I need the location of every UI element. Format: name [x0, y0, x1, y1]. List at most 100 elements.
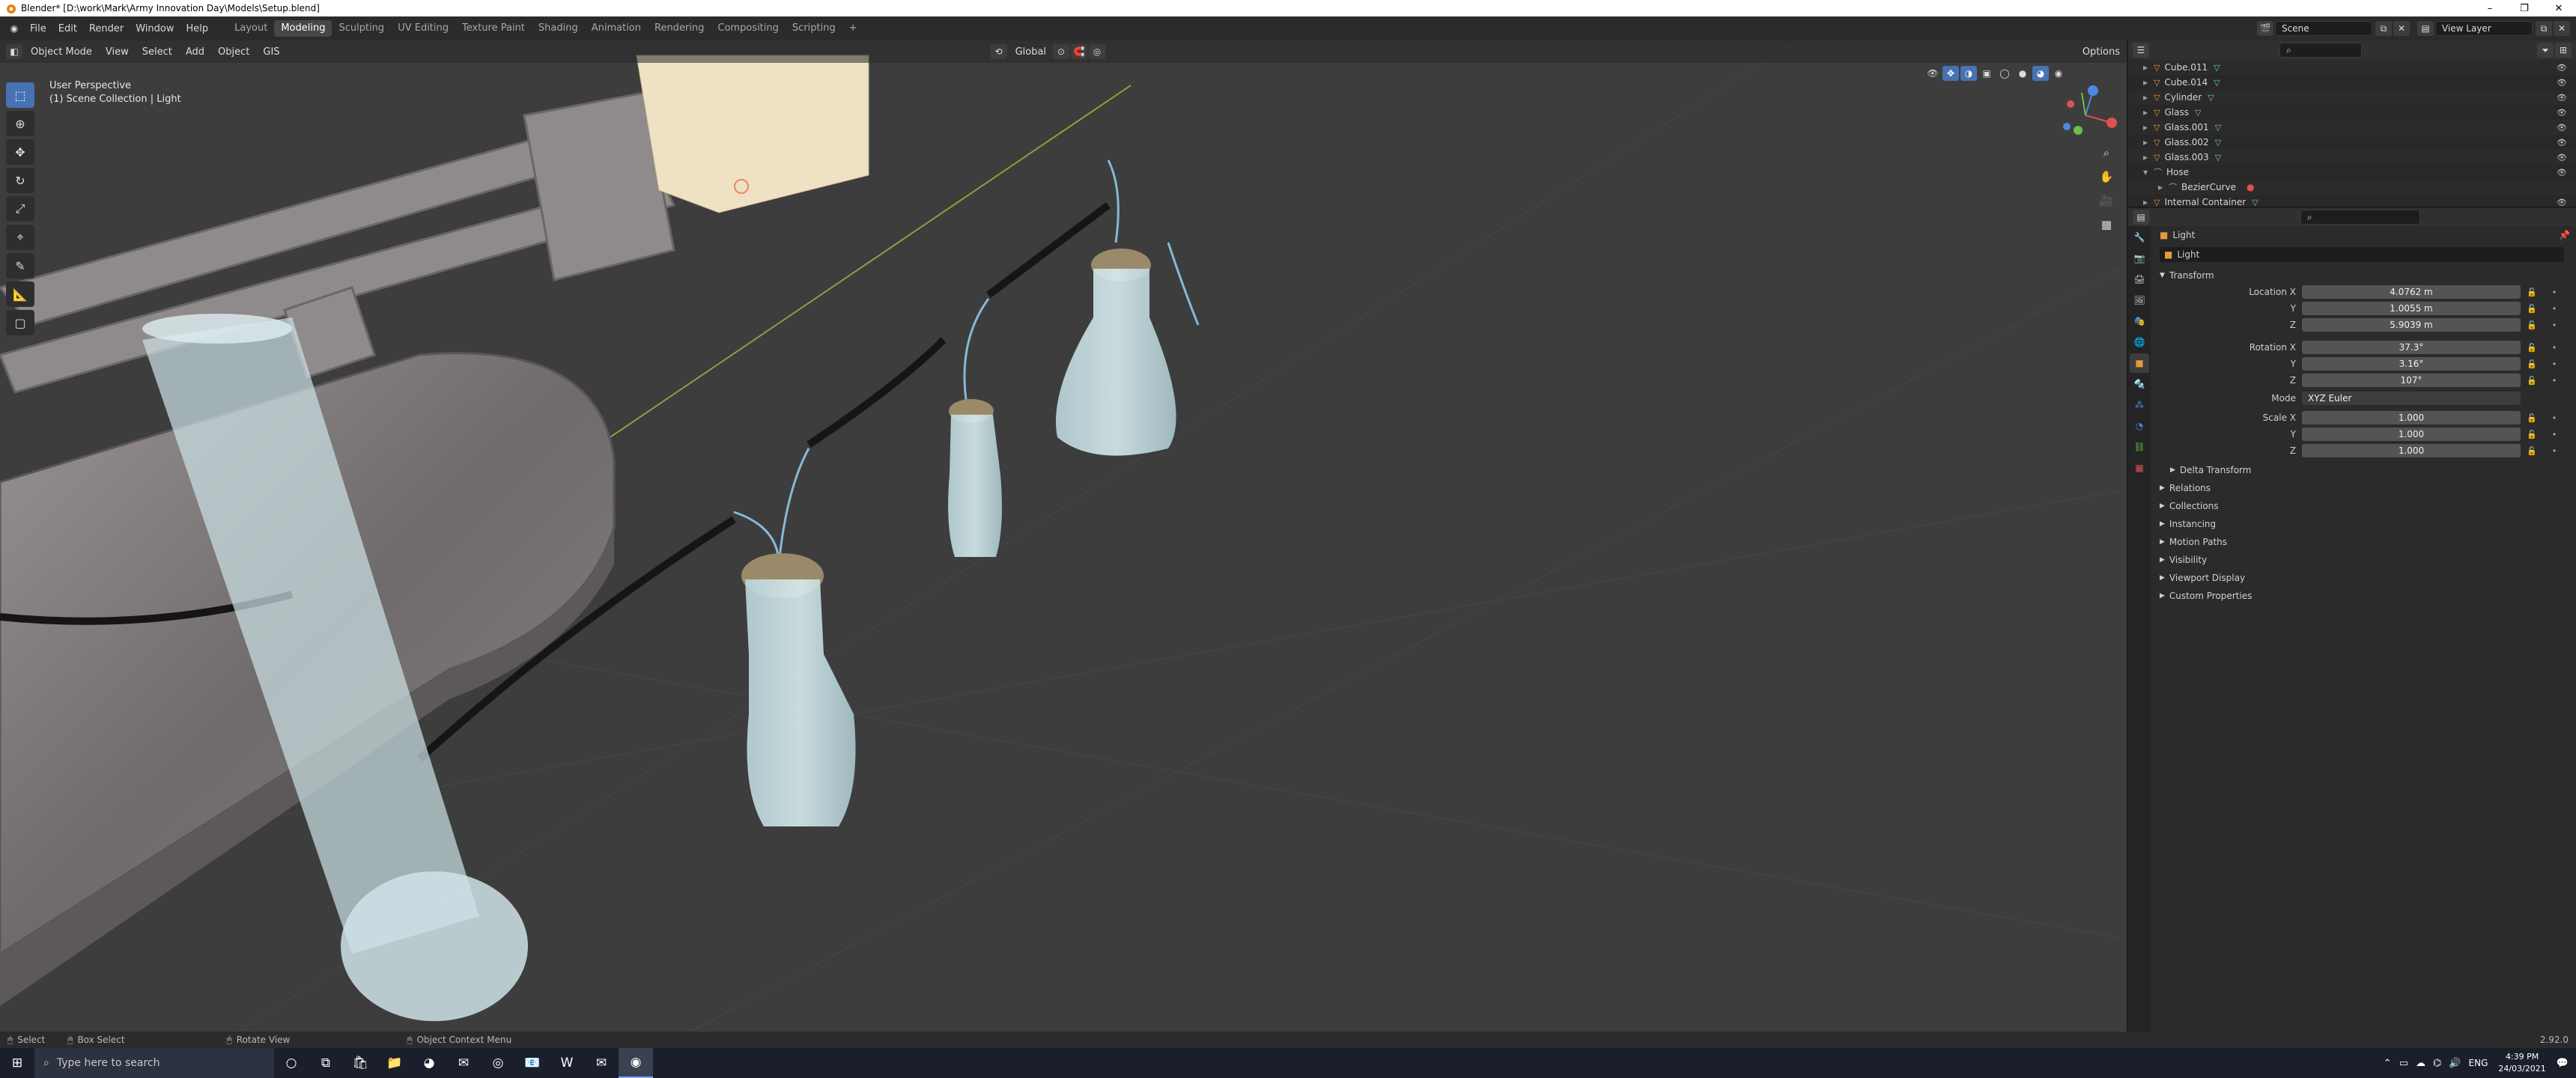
taskbar-search-box[interactable]: ⌕ Type here to search [34, 1048, 274, 1078]
tab-animation[interactable]: Animation [585, 20, 648, 37]
outliner-item-glass-002[interactable]: ▶ ▽ Glass.002 ▽ 👁 [2128, 135, 2576, 150]
scale-tool-icon[interactable]: ⤢ [6, 196, 34, 222]
store-icon[interactable]: 🛍 [343, 1048, 377, 1078]
camera-view-icon[interactable]: 🎥 [2095, 189, 2118, 212]
collapse-icon[interactable]: ▼ [2143, 169, 2154, 176]
expand-icon[interactable]: ▶ [2143, 139, 2154, 146]
windows-start-icon[interactable]: ⊞ [0, 1048, 34, 1078]
texture-tab-icon[interactable]: ▦ [2130, 458, 2149, 478]
tab-sculpting[interactable]: Sculpting [332, 20, 391, 37]
mail-icon[interactable]: ✉ [584, 1048, 619, 1078]
expand-icon[interactable]: ▶ [2158, 184, 2169, 191]
cortana-icon[interactable]: ○ [274, 1048, 309, 1078]
tab-texture-paint[interactable]: Texture Paint [455, 20, 532, 37]
tab-uv-editing[interactable]: UV Editing [391, 20, 455, 37]
scale-y-field[interactable]: 1.000 [2302, 427, 2521, 441]
output-tab-icon[interactable]: 🖨 [2130, 270, 2149, 289]
tab-rendering[interactable]: Rendering [648, 20, 711, 37]
scene-icon[interactable]: 🎬 [2257, 21, 2273, 36]
lock-icon[interactable]: 🔓 [2521, 446, 2543, 456]
render-tab-icon[interactable]: 📷 [2130, 249, 2149, 268]
scale-z-field[interactable]: 1.000 [2302, 444, 2521, 457]
outliner-item-hose[interactable]: ▼ ⌒ Hose 👁 [2128, 165, 2576, 180]
scale-x-field[interactable]: 1.000 [2302, 411, 2521, 424]
lock-icon[interactable]: 🔓 [2521, 430, 2543, 439]
menu-help[interactable]: Help [180, 23, 215, 34]
lock-icon[interactable]: 🔓 [2521, 320, 2543, 330]
expand-icon[interactable]: ▶ [2143, 124, 2154, 131]
tab-compositing[interactable]: Compositing [711, 20, 786, 37]
outliner-editor-icon[interactable]: ☰ [2133, 43, 2149, 58]
keyframe-dot-icon[interactable]: • [2543, 320, 2566, 330]
lock-icon[interactable]: 🔓 [2521, 287, 2543, 297]
expand-icon[interactable]: ▶ [2143, 64, 2154, 71]
network-icon[interactable]: ⌬ [2433, 1058, 2441, 1069]
close-button[interactable]: ✕ [2542, 3, 2576, 14]
visibility-eye-icon[interactable]: 👁 [2557, 153, 2567, 162]
scene-tab-icon[interactable]: 🎭 [2130, 311, 2149, 331]
transform-tool-icon[interactable]: ⌖ [6, 225, 34, 250]
measure-tool-icon[interactable]: 📐 [6, 281, 34, 307]
properties-editor-icon[interactable]: ▤ [2133, 210, 2149, 225]
volume-icon[interactable]: 🔊 [2449, 1058, 2461, 1069]
expand-icon[interactable]: ▶ [2143, 79, 2154, 86]
perspective-toggle-icon[interactable]: ▦ [2095, 213, 2118, 236]
particles-tab-icon[interactable]: ⁂ [2130, 395, 2149, 415]
task-view-icon[interactable]: ⧉ [309, 1048, 343, 1078]
keyframe-dot-icon[interactable]: • [2543, 413, 2566, 423]
menu-window[interactable]: Window [130, 23, 180, 34]
view-layer-icon[interactable]: ▤ [2417, 21, 2434, 36]
zoom-icon[interactable]: ⌕ [2095, 141, 2118, 164]
outlook-alt-icon[interactable]: 📧 [515, 1048, 550, 1078]
filter-icon[interactable]: ⏷ [2537, 43, 2554, 58]
lock-icon[interactable]: 🔓 [2521, 376, 2543, 386]
pan-hand-icon[interactable]: ✋ [2095, 165, 2118, 188]
wireframe-shading-icon[interactable]: ◯ [1996, 66, 2013, 81]
rotation-mode-dropdown[interactable]: XYZ Euler [2302, 392, 2521, 405]
outliner-item-glass-003[interactable]: ▶ ▽ Glass.003 ▽ 👁 [2128, 150, 2576, 165]
keyframe-dot-icon[interactable]: • [2543, 304, 2566, 314]
keyframe-dot-icon[interactable]: • [2543, 376, 2566, 386]
modifier-tab-icon[interactable]: 🔩 [2130, 374, 2149, 394]
menu-gis[interactable]: GIS [256, 46, 286, 58]
expand-icon[interactable]: ▶ [2143, 94, 2154, 101]
constraints-tab-icon[interactable]: ⛓ [2130, 437, 2149, 457]
overlay-toggle-icon[interactable]: ◑ [1960, 66, 1977, 81]
location-y-field[interactable]: 1.0055 m [2302, 302, 2521, 315]
lock-icon[interactable]: 🔓 [2521, 413, 2543, 423]
object-tab-icon[interactable]: ■ [2130, 353, 2149, 373]
lock-icon[interactable]: 🔓 [2521, 304, 2543, 314]
outliner-item-cube-014[interactable]: ▶ ▽ Cube.014 ▽ 👁 [2128, 75, 2576, 90]
minimize-button[interactable]: – [2473, 3, 2507, 14]
chrome-icon[interactable]: ◕ [412, 1048, 446, 1078]
outliner-item-beziercurve[interactable]: ▶ ⌒ BezierCurve ● [2128, 180, 2576, 195]
rotation-z-field[interactable]: 107° [2302, 374, 2521, 387]
outliner-item-internal-container[interactable]: ▶ ▽ Internal Container ▽ 👁 [2128, 195, 2576, 210]
relations-section[interactable]: ▶ Relations [2152, 479, 2576, 497]
keyframe-dot-icon[interactable]: • [2543, 446, 2566, 456]
scene-selector[interactable]: Scene [2275, 21, 2372, 36]
flask-left[interactable] [741, 553, 856, 826]
expand-icon[interactable]: ▶ [2143, 154, 2154, 161]
flask-middle[interactable] [948, 399, 1002, 557]
outliner-item-cube-011[interactable]: ▶ ▽ Cube.011 ▽ 👁 [2128, 60, 2576, 75]
menu-add[interactable]: Add [179, 46, 211, 58]
new-view-layer-icon[interactable]: ⧉ [2536, 21, 2552, 36]
keyframe-dot-icon[interactable]: • [2543, 343, 2566, 353]
custom-properties-section[interactable]: ▶ Custom Properties [2152, 587, 2576, 605]
tab-layout[interactable]: Layout [228, 20, 274, 37]
tool-tab-icon[interactable]: 🔧 [2130, 228, 2149, 247]
gizmo-toggle-icon[interactable]: ✥ [1942, 66, 1959, 81]
viewport-scene[interactable] [0, 40, 2127, 1041]
instancing-section[interactable]: ▶ Instancing [2152, 515, 2576, 533]
visibility-icon[interactable]: 👁 [1925, 66, 1941, 81]
visibility-eye-icon[interactable]: 👁 [2557, 123, 2567, 133]
object-name-field[interactable]: ■ Light [2160, 247, 2564, 262]
delta-transform-section[interactable]: ▶ Delta Transform [2152, 461, 2576, 479]
taskbar-clock[interactable]: 4:39 PM 24/03/2021 [2498, 1051, 2545, 1075]
tab-scripting[interactable]: Scripting [786, 20, 842, 37]
pivot-icon[interactable]: ⊙ [1053, 44, 1070, 59]
visibility-eye-icon[interactable]: 👁 [2557, 108, 2567, 118]
menu-render[interactable]: Render [83, 23, 130, 34]
orientation-icon[interactable]: ⟲ [990, 44, 1007, 59]
